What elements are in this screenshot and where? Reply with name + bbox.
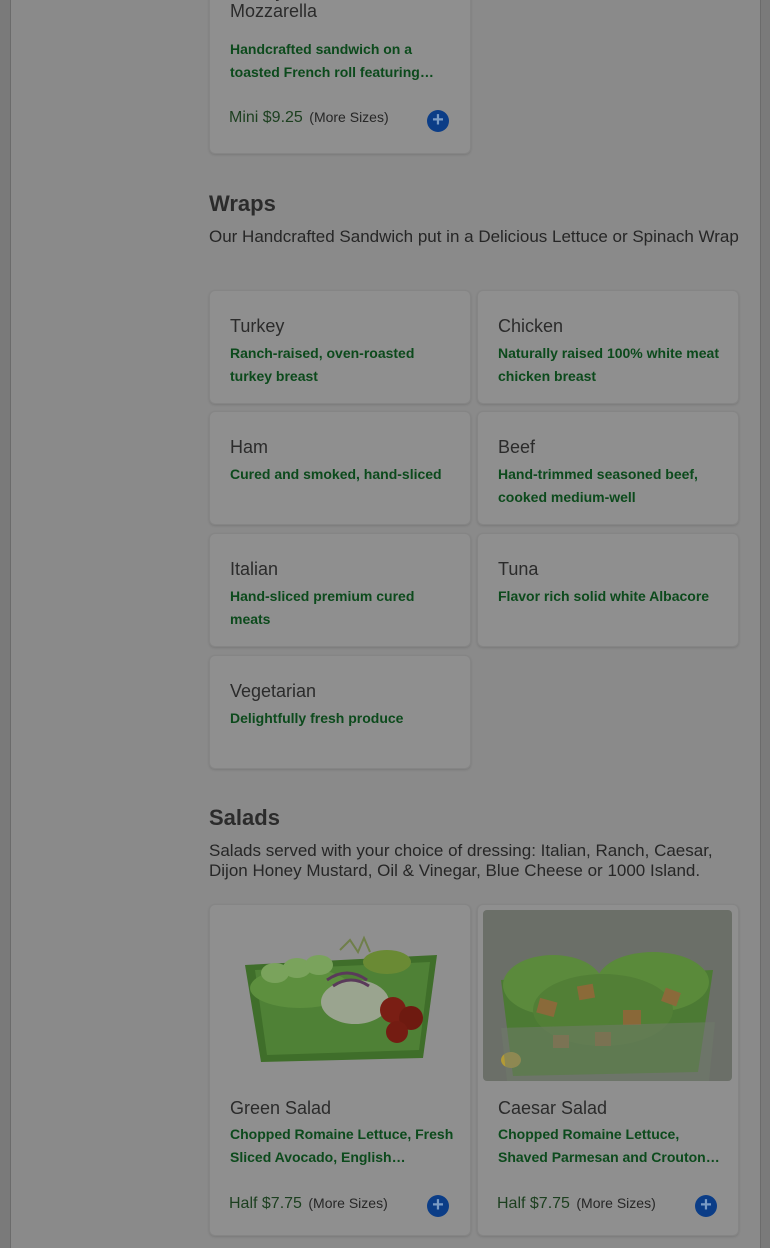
salad-image (483, 910, 732, 1081)
price-row: Half $7.75 (More Sizes) (229, 1195, 388, 1213)
section-title-salads: Salads (209, 805, 280, 830)
wrap-card-tuna[interactable]: Tuna Flavor rich solid white Albacore (477, 533, 739, 647)
price-row: Mini $9.25 (More Sizes) (229, 109, 389, 127)
more-sizes-link[interactable]: (More Sizes) (309, 109, 388, 125)
menu-item-title: Turkey, Pesto, Avocado, & Mozzarella (230, 0, 440, 21)
menu-item-card[interactable]: Turkey, Pesto, Avocado, & Mozzarella Han… (209, 0, 471, 154)
menu-item-title: Caesar Salad (498, 1098, 608, 1118)
more-sizes-link[interactable]: (More Sizes) (576, 1195, 655, 1211)
menu-item-description: Chopped Romaine Lettuce, Fresh Sliced Av… (230, 1126, 454, 1165)
menu-item-description: Chopped Romaine Lettuce, Shaved Parmesan… (498, 1126, 714, 1165)
menu-item-description: Delightfully fresh produce (230, 710, 404, 726)
salad-image (215, 910, 464, 1081)
menu-item-description: Handcrafted sandwich on a toasted French… (230, 41, 420, 80)
menu-item-description: Hand-trimmed seasoned beef, cooked mediu… (498, 466, 698, 505)
menu-item-description: Naturally raised 100% white meat chicken… (498, 345, 719, 384)
salad-card-caesar[interactable]: Caesar Salad Chopped Romaine Lettuce, Sh… (477, 904, 739, 1236)
wrap-card-turkey[interactable]: Turkey Ranch-raised, oven-roasted turkey… (209, 290, 471, 404)
section-title-wraps: Wraps (209, 191, 276, 216)
price-label: Half $7.75 (497, 1195, 570, 1212)
price-row: Half $7.75 (More Sizes) (497, 1195, 656, 1213)
menu-item-title: Vegetarian (230, 681, 317, 701)
menu-item-description: Ranch-raised, oven-roasted turkey breast (230, 345, 415, 384)
wrap-card-ham[interactable]: Ham Cured and smoked, hand-sliced (209, 411, 471, 525)
menu-item-title: Chicken (498, 316, 564, 336)
menu-item-title: Beef (498, 437, 536, 457)
plus-circle-icon[interactable]: + (427, 1195, 449, 1217)
wrap-card-chicken[interactable]: Chicken Naturally raised 100% white meat… (477, 290, 739, 404)
more-sizes-link[interactable]: (More Sizes) (308, 1195, 387, 1211)
plus-circle-icon[interactable]: + (695, 1195, 717, 1217)
menu-item-title: Ham (230, 437, 269, 457)
price-label: Half $7.75 (229, 1195, 302, 1212)
salad-card-green[interactable]: Green Salad Chopped Romaine Lettuce, Fre… (209, 904, 471, 1236)
menu-item-description: Hand-sliced premium cured meats (230, 588, 415, 627)
plus-circle-icon[interactable]: + (427, 110, 449, 132)
menu-item-title: Green Salad (230, 1098, 332, 1118)
menu-item-description: Flavor rich solid white Albacore (498, 588, 710, 604)
wrap-card-beef[interactable]: Beef Hand-trimmed seasoned beef, cooked … (477, 411, 739, 525)
menu-item-title: Turkey (230, 316, 285, 336)
menu-item-description: Cured and smoked, hand-sliced (230, 466, 442, 482)
menu-item-title: Tuna (498, 559, 539, 579)
section-subtitle-wraps: Our Handcrafted Sandwich put in a Delici… (209, 227, 739, 246)
section-subtitle-salads: Salads served with your choice of dressi… (209, 841, 713, 880)
price-label: Mini $9.25 (229, 109, 303, 126)
wrap-card-italian[interactable]: Italian Hand-sliced premium cured meats (209, 533, 471, 647)
wrap-card-vegetarian[interactable]: Vegetarian Delightfully fresh produce (209, 655, 471, 769)
menu-item-title: Italian (230, 559, 279, 579)
